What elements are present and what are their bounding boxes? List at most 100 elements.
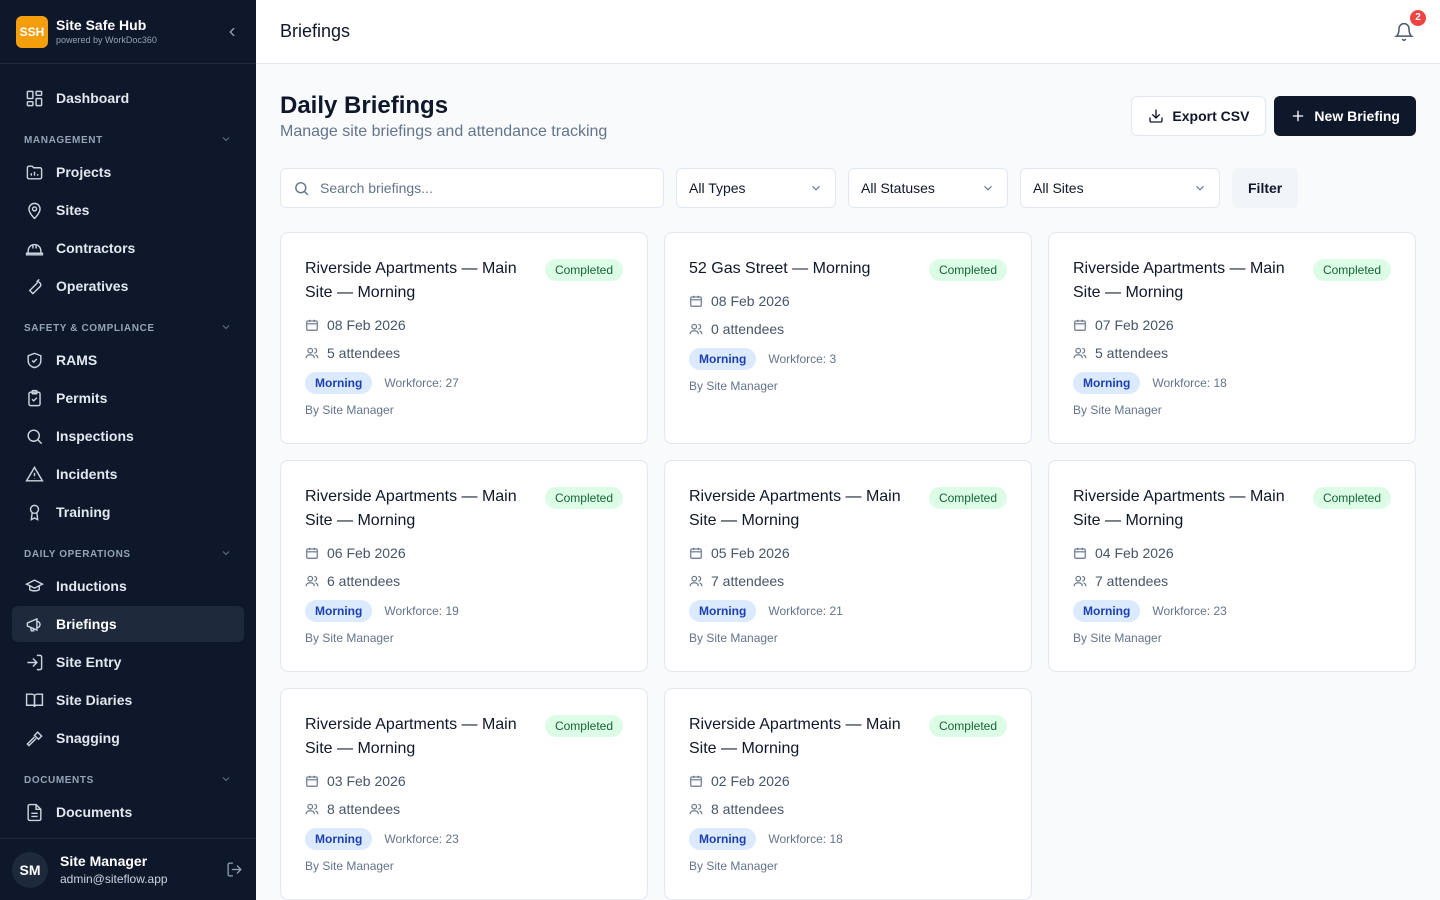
filter-button[interactable]: Filter — [1232, 168, 1299, 208]
created-by: By Site Manager — [305, 631, 394, 645]
sidebar-item-documents[interactable]: Documents — [12, 794, 244, 830]
briefing-card[interactable]: Riverside Apartments — Main Site — Morni… — [664, 688, 1032, 900]
avatar[interactable]: SM — [12, 851, 48, 888]
sidebar-item-label: Inductions — [56, 578, 127, 594]
section-label: DAILY OPERATIONS — [24, 548, 131, 560]
sidebar-item-briefings[interactable]: Briefings — [12, 606, 244, 642]
briefing-title: Riverside Apartments — Main Site — Morni… — [689, 488, 901, 529]
status-select[interactable]: All Statuses — [848, 168, 1008, 208]
alert-triangle-icon — [24, 464, 44, 484]
sidebar-nav: Dashboard MANAGEMENT Projects Sites Cont… — [0, 64, 256, 830]
page-subtitle: Manage site briefings and attendance tra… — [280, 123, 608, 140]
shift-badge: Morning — [305, 600, 373, 622]
user-profile: SM Site Manager admin@siteflow.app — [0, 838, 256, 900]
sidebar-item-snagging[interactable]: Snagging — [12, 720, 244, 756]
sidebar-item-inductions[interactable]: Inductions — [12, 568, 244, 604]
brand-logo: SSH — [16, 15, 48, 48]
briefing-card[interactable]: Riverside Apartments — Main Site — Morni… — [1048, 232, 1416, 444]
shift-badge: Morning — [305, 828, 373, 850]
calendar-icon — [305, 774, 319, 788]
sidebar-item-label: Site Entry — [56, 654, 122, 670]
notification-count-badge: 2 — [1408, 7, 1428, 28]
collapse-sidebar-icon[interactable] — [224, 24, 240, 40]
section-label: SAFETY & COMPLIANCE — [24, 322, 155, 334]
attendee-count: 8 attendees — [327, 801, 401, 817]
hard-hat-icon — [24, 238, 44, 258]
shift-badge: Morning — [1073, 372, 1141, 394]
shift-badge: Morning — [689, 600, 757, 622]
attendee-count: 7 attendees — [711, 573, 785, 589]
wrench-icon — [24, 276, 44, 296]
select-value: All Sites — [1033, 180, 1084, 196]
sidebar-item-label: RAMS — [56, 352, 98, 368]
search-input[interactable] — [320, 180, 640, 196]
sidebar-item-rams[interactable]: RAMS — [12, 342, 244, 378]
workforce-count: Workforce: 18 — [1152, 376, 1227, 390]
briefing-title: Riverside Apartments — Main Site — Morni… — [1073, 260, 1285, 301]
sidebar-item-dashboard[interactable]: Dashboard — [12, 80, 244, 116]
attendee-count: 0 attendees — [711, 321, 785, 337]
created-by: By Site Manager — [1073, 403, 1162, 417]
new-briefing-button[interactable]: New Briefing — [1274, 96, 1416, 136]
sidebar-item-site-entry[interactable]: Site Entry — [12, 644, 244, 680]
briefing-date: 07 Feb 2026 — [1095, 317, 1174, 333]
folder-chart-icon — [24, 162, 44, 182]
briefing-card[interactable]: 52 Gas Street — Morning Completed 08 Feb… — [664, 232, 1032, 444]
attendee-count: 5 attendees — [327, 345, 401, 361]
sidebar-item-permits[interactable]: Permits — [12, 380, 244, 416]
hammer-icon — [24, 728, 44, 748]
created-by: By Site Manager — [689, 631, 778, 645]
status-badge: Completed — [544, 715, 623, 737]
briefing-card[interactable]: Riverside Apartments — Main Site — Morni… — [280, 232, 648, 444]
map-pin-icon — [24, 200, 44, 220]
sidebar-item-training[interactable]: Training — [12, 494, 244, 530]
workforce-count: Workforce: 3 — [768, 352, 837, 366]
status-badge: Completed — [544, 259, 623, 281]
sidebar-item-label: Permits — [56, 390, 108, 406]
page-title: Daily Briefings — [280, 92, 449, 119]
users-icon — [689, 802, 703, 816]
user-email: admin@siteflow.app — [60, 871, 168, 886]
briefing-date: 08 Feb 2026 — [711, 293, 790, 309]
briefing-card[interactable]: Riverside Apartments — Main Site — Morni… — [280, 688, 648, 900]
status-badge: Completed — [544, 487, 623, 509]
nav-section-daily[interactable]: DAILY OPERATIONS — [12, 540, 244, 568]
briefing-card[interactable]: Riverside Apartments — Main Site — Morni… — [280, 460, 648, 672]
sidebar-item-inspections[interactable]: Inspections — [12, 418, 244, 454]
shift-badge: Morning — [689, 828, 757, 850]
logout-icon[interactable] — [224, 860, 244, 880]
sidebar-item-label: Documents — [56, 804, 133, 820]
sidebar-item-operatives[interactable]: Operatives — [12, 268, 244, 304]
workforce-count: Workforce: 23 — [384, 832, 459, 846]
briefing-card[interactable]: Riverside Apartments — Main Site — Morni… — [1048, 460, 1416, 672]
sidebar: SSH Site Safe Hub powered by WorkDoc360 … — [0, 0, 256, 900]
status-badge: Completed — [1312, 259, 1391, 281]
nav-section-documents[interactable]: DOCUMENTS — [12, 766, 244, 794]
briefing-title: Riverside Apartments — Main Site — Morni… — [689, 716, 901, 757]
nav-section-management[interactable]: MANAGEMENT — [12, 126, 244, 154]
sidebar-item-projects[interactable]: Projects — [12, 154, 244, 190]
sidebar-item-label: Training — [56, 504, 111, 520]
sidebar-item-label: Projects — [56, 164, 112, 180]
main-content: Daily Briefings Manage site briefings an… — [280, 64, 1416, 900]
sidebar-item-incidents[interactable]: Incidents — [12, 456, 244, 492]
sidebar-item-site-diaries[interactable]: Site Diaries — [12, 682, 244, 718]
page-header: Daily Briefings Manage site briefings an… — [280, 64, 1416, 168]
megaphone-icon — [24, 614, 44, 634]
topbar: Briefings 2 — [256, 0, 1440, 64]
workforce-count: Workforce: 18 — [768, 832, 843, 846]
site-select[interactable]: All Sites — [1020, 168, 1220, 208]
calendar-icon — [1073, 546, 1087, 560]
workforce-count: Workforce: 23 — [1152, 604, 1227, 618]
button-label: Export CSV — [1172, 108, 1250, 124]
sidebar-item-sites[interactable]: Sites — [12, 192, 244, 228]
sidebar-item-contractors[interactable]: Contractors — [12, 230, 244, 266]
type-select[interactable]: All Types — [676, 168, 836, 208]
users-icon — [1073, 574, 1087, 588]
notifications-bell-icon[interactable]: 2 — [1392, 7, 1428, 44]
export-csv-button[interactable]: Export CSV — [1131, 96, 1267, 136]
shift-badge: Morning — [689, 348, 757, 370]
sidebar-item-label: Site Diaries — [56, 692, 133, 708]
nav-section-safety[interactable]: SAFETY & COMPLIANCE — [12, 314, 244, 342]
briefing-card[interactable]: Riverside Apartments — Main Site — Morni… — [664, 460, 1032, 672]
